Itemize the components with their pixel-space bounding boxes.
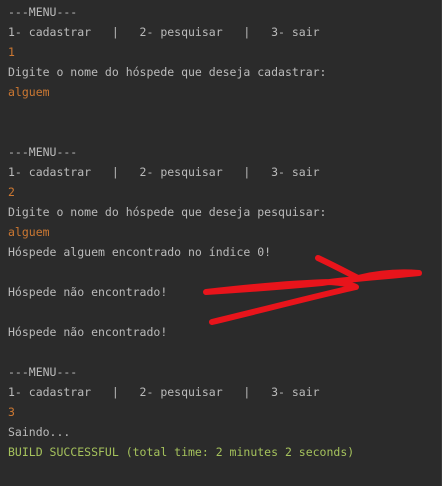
menu-options: 1- cadastrar | 2- pesquisar | 3- sair: [8, 25, 320, 39]
menu-header: ---MENU---: [8, 145, 78, 159]
user-input: alguem: [8, 85, 50, 99]
prompt-text: Digite o nome do hóspede que deseja pesq…: [8, 205, 327, 219]
result-text: Hóspede não encontrado!: [8, 325, 168, 339]
user-input: 1: [8, 45, 15, 59]
build-status: BUILD SUCCESSFUL (total time: 2 minutes …: [8, 445, 355, 459]
output-console[interactable]: ---MENU--- 1- cadastrar | 2- pesquisar |…: [0, 0, 442, 486]
prompt-text: Digite o nome do hóspede que deseja cada…: [8, 65, 327, 79]
user-input: 3: [8, 405, 15, 419]
result-text: Hóspede não encontrado!: [8, 285, 168, 299]
menu-options: 1- cadastrar | 2- pesquisar | 3- sair: [8, 385, 320, 399]
user-input: 2: [8, 185, 15, 199]
result-text: Hóspede alguem encontrado no índice 0!: [8, 245, 272, 259]
menu-header: ---MENU---: [8, 5, 78, 19]
exit-text: Saindo...: [8, 425, 71, 439]
menu-options: 1- cadastrar | 2- pesquisar | 3- sair: [8, 165, 320, 179]
menu-header: ---MENU---: [8, 365, 78, 379]
user-input: alguem: [8, 225, 50, 239]
